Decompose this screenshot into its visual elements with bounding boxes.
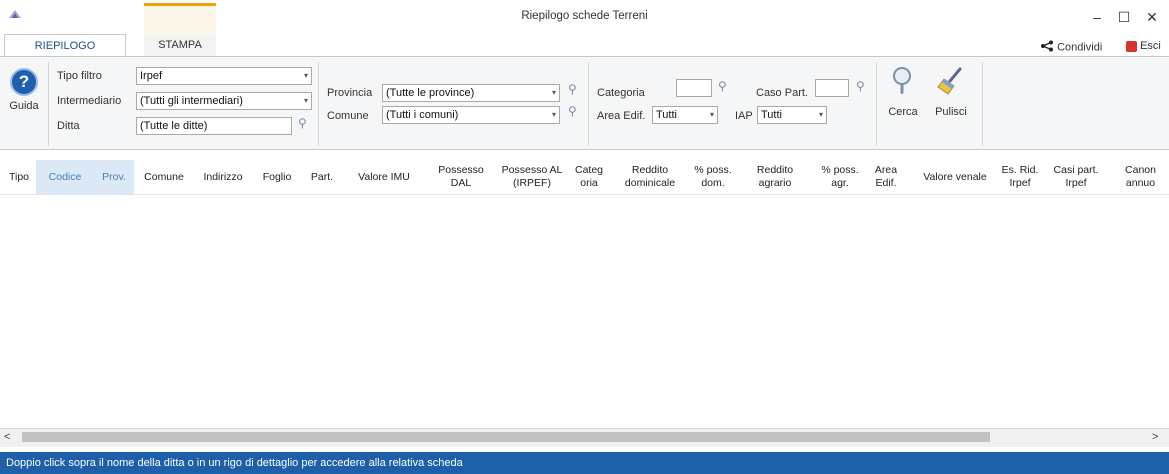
- provincia-value: (Tutte le province): [386, 87, 475, 99]
- column-header-indirizzo[interactable]: Indirizzo: [194, 160, 252, 194]
- chevron-down-icon: ▾: [551, 88, 556, 97]
- ribbon-divider: [318, 62, 319, 146]
- ditta-field[interactable]: (Tutte le ditte): [136, 117, 292, 135]
- window-title: Riepilogo schede Terreni: [521, 10, 648, 22]
- tab-stampa[interactable]: STAMPA: [144, 34, 216, 56]
- iap-value: Tutti: [761, 109, 782, 121]
- status-bar: Doppio click sopra il nome della ditta o…: [0, 452, 1169, 474]
- intermediario-select[interactable]: (Tutti gli intermediari) ▾: [136, 92, 312, 110]
- area-edif-value: Tutti: [656, 109, 677, 121]
- column-header-casi-part-irpef[interactable]: Casi part. Irpef: [1048, 160, 1104, 194]
- column-header-valore-imu[interactable]: Valore IMU: [344, 160, 424, 194]
- scroll-left-button[interactable]: <: [4, 431, 10, 443]
- column-header-categoria[interactable]: Categ oria: [570, 160, 608, 194]
- cerca-label: Cerca: [888, 106, 918, 118]
- chevron-down-icon: ▾: [303, 71, 308, 80]
- column-header-poss-agr[interactable]: % poss. agr.: [818, 160, 862, 194]
- chevron-down-icon: ▾: [303, 96, 308, 105]
- comune-label: Comune: [327, 110, 369, 122]
- share-label: Condividi: [1057, 41, 1103, 54]
- column-header-reddito-dominicale[interactable]: Reddito dominicale: [610, 160, 690, 194]
- column-header-comune[interactable]: Comune: [135, 160, 193, 194]
- caso-part-search-icon[interactable]: ⚲: [856, 79, 865, 93]
- ditta-label: Ditta: [57, 120, 80, 132]
- provincia-select[interactable]: (Tutte le province) ▾: [382, 84, 560, 102]
- categoria-field[interactable]: [676, 79, 712, 97]
- ditta-value: (Tutte le ditte): [140, 120, 208, 132]
- tipo-filtro-value: Irpef: [140, 70, 163, 82]
- comune-value: (Tutti i comuni): [386, 109, 459, 121]
- header-divider: [0, 194, 1169, 195]
- share-button[interactable]: Condividi: [1040, 40, 1102, 55]
- guida-button[interactable]: ? Guida: [6, 68, 42, 112]
- exit-button[interactable]: Esci: [1126, 40, 1161, 52]
- column-header-reddito-agrario[interactable]: Reddito agrario: [742, 160, 808, 194]
- iap-label: IAP: [735, 110, 753, 122]
- pulisci-button[interactable]: Pulisci: [930, 66, 972, 118]
- provincia-search-icon[interactable]: ⚲: [568, 82, 577, 96]
- provincia-label: Provincia: [327, 87, 373, 99]
- share-icon: [1040, 40, 1054, 55]
- column-header-poss-dom[interactable]: % poss. dom.: [692, 160, 734, 194]
- column-header-valore-venale[interactable]: Valore venale: [922, 160, 988, 194]
- cerca-button[interactable]: Cerca: [884, 66, 922, 118]
- tipo-filtro-select[interactable]: Irpef ▾: [136, 67, 312, 85]
- categoria-label: Categoria: [597, 87, 645, 99]
- broom-icon: [930, 66, 972, 96]
- intermediario-value: (Tutti gli intermediari): [140, 95, 243, 107]
- column-header-possesso-al[interactable]: Possesso AL (IRPEF): [498, 160, 566, 194]
- help-icon: ?: [10, 68, 38, 96]
- exit-icon: [1126, 40, 1137, 52]
- caso-part-field[interactable]: [815, 79, 849, 97]
- comune-search-icon[interactable]: ⚲: [568, 104, 577, 118]
- tab-riepilogo-schede[interactable]: RIEPILOGO SCHEDE: [4, 34, 126, 74]
- comune-select[interactable]: (Tutti i comuni) ▾: [382, 106, 560, 124]
- chevron-down-icon: ▾: [818, 110, 823, 119]
- stampa-tab-accent: [144, 3, 216, 6]
- column-header-foglio[interactable]: Foglio: [254, 160, 300, 194]
- guida-label: Guida: [9, 100, 39, 112]
- scrollbar-thumb[interactable]: [22, 432, 990, 442]
- ribbon-divider: [48, 62, 49, 146]
- area-edif-select[interactable]: Tutti ▾: [652, 106, 718, 124]
- area-edif-label: Area Edif.: [597, 110, 646, 122]
- chevron-down-icon: ▾: [551, 110, 556, 119]
- scroll-right-button[interactable]: >: [1152, 431, 1158, 443]
- pulisci-label: Pulisci: [935, 106, 967, 118]
- chevron-down-icon: ▾: [709, 110, 714, 119]
- search-icon: [884, 66, 922, 96]
- ditta-search-icon[interactable]: ⚲: [298, 116, 307, 130]
- column-header-possesso-dal[interactable]: Possesso DAL: [428, 160, 494, 194]
- tipo-filtro-label: Tipo filtro: [57, 70, 102, 82]
- iap-select[interactable]: Tutti ▾: [757, 106, 827, 124]
- column-header-area-edif[interactable]: Area Edif.: [866, 160, 906, 194]
- column-header-prov[interactable]: Prov.: [94, 160, 134, 194]
- column-header-part[interactable]: Part.: [302, 160, 342, 194]
- column-header-codice[interactable]: Codice: [36, 160, 94, 194]
- ribbon-divider: [588, 62, 589, 146]
- column-header-canone-annuo[interactable]: Canon annuo: [1112, 160, 1169, 194]
- close-button[interactable]: ✕: [1138, 6, 1166, 28]
- column-header-es-rid-irpef[interactable]: Es. Rid. Irpef: [996, 160, 1044, 194]
- maximize-button[interactable]: ☐: [1110, 6, 1138, 28]
- column-header-tipo[interactable]: Tipo: [4, 160, 34, 194]
- caso-part-label: Caso Part.: [756, 87, 808, 99]
- ribbon-divider: [982, 62, 983, 146]
- intermediario-label: Intermediario: [57, 95, 122, 107]
- categoria-search-icon[interactable]: ⚲: [718, 79, 727, 93]
- ribbon-divider: [876, 62, 877, 146]
- minimize-button[interactable]: –: [1083, 6, 1111, 28]
- exit-label: Esci: [1140, 40, 1161, 52]
